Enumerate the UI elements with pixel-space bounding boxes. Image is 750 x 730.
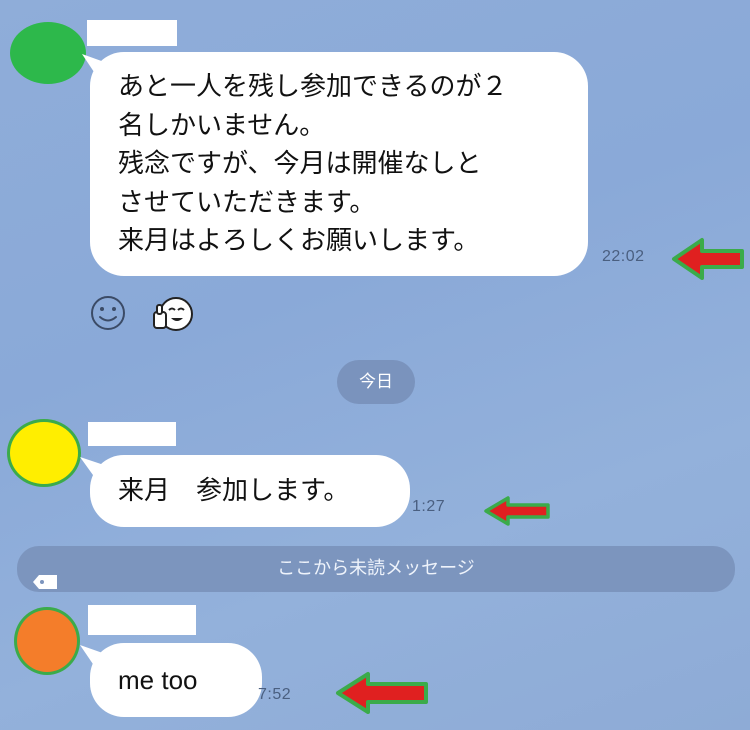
message-text: me too (90, 643, 262, 717)
message-bubble[interactable]: 来月 参加します。 (80, 455, 410, 527)
red-arrow-annotation (670, 236, 746, 282)
tag-icon (33, 562, 59, 608)
unread-divider: ここから未読メッセージ (17, 546, 735, 592)
sender-name-redacted (87, 20, 177, 46)
message-bubble[interactable]: me too (80, 643, 262, 717)
message-timestamp: 7:52 (258, 686, 292, 703)
red-arrow-annotation (482, 494, 552, 528)
sender-name-redacted (88, 605, 196, 635)
sender-name-redacted (88, 422, 176, 446)
message-timestamp: 22:02 (602, 248, 645, 265)
message-text: あと一人を残し参加できるのが２ 名しかいません。 残念ですが、今月は開催なしと … (90, 52, 588, 276)
thumbs-up-face-icon[interactable] (150, 294, 196, 338)
message-bubble[interactable]: あと一人を残し参加できるのが２ 名しかいません。 残念ですが、今月は開催なしと … (82, 52, 590, 276)
date-separator: 今日 (337, 360, 415, 404)
red-arrow-annotation (334, 670, 430, 716)
smiley-icon[interactable] (89, 294, 127, 336)
sender-avatar[interactable] (10, 422, 78, 484)
unread-divider-label: ここから未読メッセージ (277, 558, 475, 579)
sender-avatar[interactable] (10, 22, 86, 84)
message-timestamp: 1:27 (412, 498, 446, 515)
sender-avatar[interactable] (17, 610, 77, 672)
message-text: 来月 参加します。 (90, 455, 410, 527)
